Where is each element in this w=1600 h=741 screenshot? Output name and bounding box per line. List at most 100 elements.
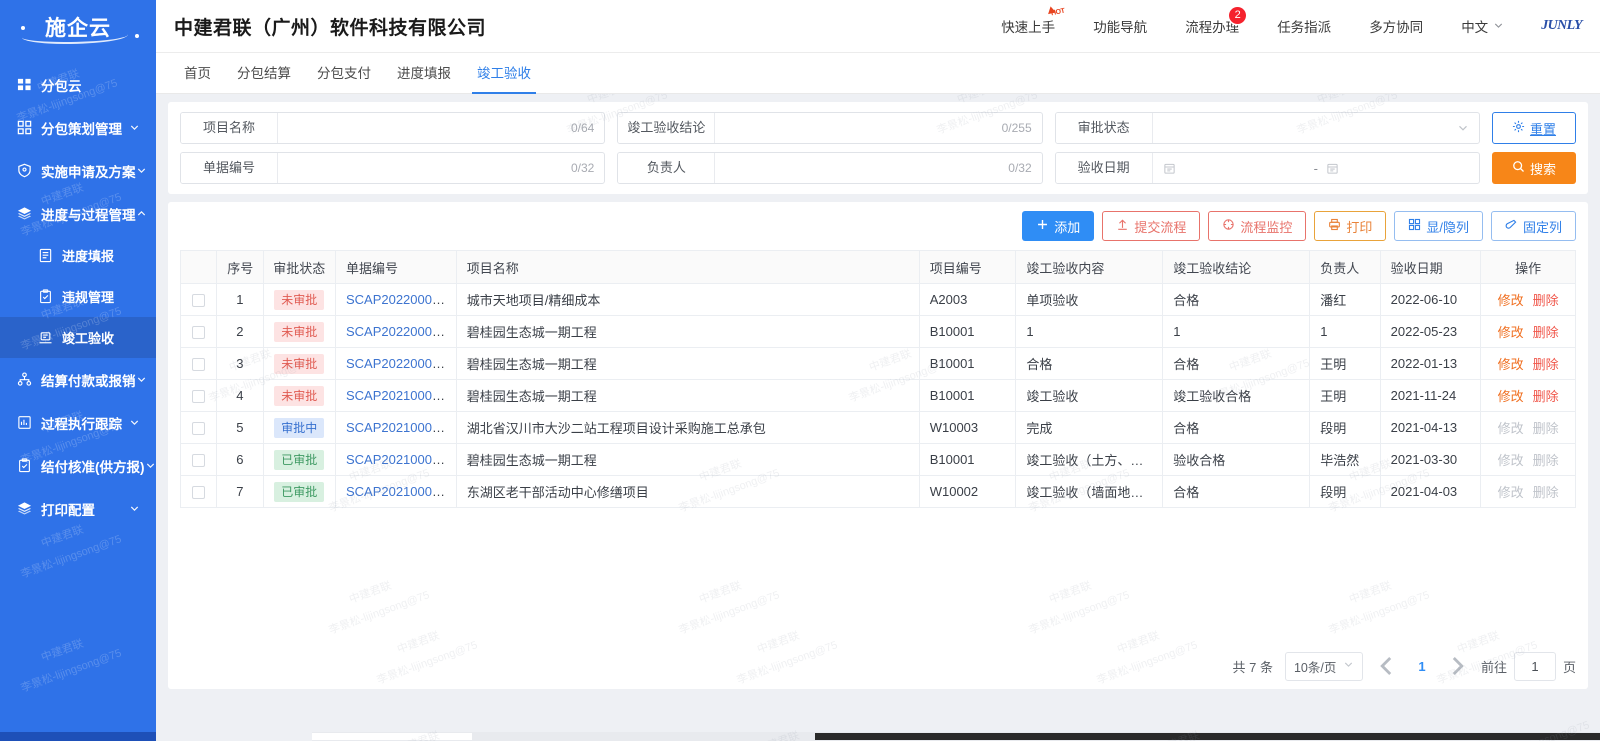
search-button[interactable]: 搜索 (1492, 152, 1576, 184)
row-checkbox[interactable] (192, 326, 206, 340)
filter-project-name[interactable]: 项目名称 0/64 (180, 112, 606, 144)
project-name-input[interactable] (278, 113, 571, 143)
doc-no-link[interactable]: SCAP202100000014 (346, 420, 455, 435)
sidebar-item-planning[interactable]: 分包策划管理 (0, 106, 156, 149)
chevron-down-icon[interactable] (129, 122, 140, 133)
delete-link[interactable]: 删除 (1533, 389, 1559, 404)
row-operations[interactable]: 修改 删除 (1480, 411, 1576, 444)
edit-link[interactable]: 修改 (1498, 357, 1524, 372)
sidebar-item-completion-acceptance[interactable]: 竣工验收 (0, 317, 156, 358)
horizontal-scrollbar[interactable] (312, 732, 1600, 741)
row-checkbox[interactable] (192, 454, 206, 468)
app-logo[interactable]: 施企云 (0, 0, 156, 53)
row-operations[interactable]: 修改 删除 (1480, 475, 1576, 508)
filter-approval-status[interactable]: 审批状态 (1054, 112, 1480, 144)
tab-completion-acceptance[interactable]: 竣工验收 (464, 53, 544, 94)
row-checkbox[interactable] (192, 294, 206, 308)
approval-status-select[interactable] (1152, 113, 1457, 143)
row-checkbox-cell[interactable] (179, 443, 218, 476)
chevron-down-icon[interactable] (136, 165, 147, 176)
sidebar-item-implementation[interactable]: 实施申请及方案 (0, 149, 156, 192)
row-doc-no[interactable]: SCAP202200000018 (335, 347, 457, 380)
reset-button[interactable]: 重置 (1492, 112, 1576, 144)
jump-page-input[interactable] (1513, 651, 1556, 681)
filter-owner[interactable]: 负责人 0/32 (617, 152, 1043, 184)
owner-input[interactable] (715, 153, 1009, 183)
edit-link[interactable]: 修改 (1498, 325, 1524, 340)
row-doc-no[interactable]: SCAP202200000025 (335, 315, 457, 348)
doc-no-link[interactable]: SCAP202200000027 (346, 292, 455, 307)
row-checkbox-cell[interactable] (179, 475, 218, 508)
delete-link[interactable]: 删除 (1533, 325, 1559, 340)
row-doc-no[interactable]: SCAP202100000017 (335, 379, 457, 412)
delete-link[interactable]: 删除 (1533, 357, 1559, 372)
tab-home[interactable]: 首页 (171, 53, 224, 94)
toggle-columns-button[interactable]: 显/隐列 (1394, 211, 1483, 241)
submit-process-button[interactable]: 提交流程 (1102, 211, 1201, 241)
filter-doc-no[interactable]: 单据编号 0/32 (180, 152, 606, 184)
tab-progress-filling[interactable]: 进度填报 (384, 53, 464, 94)
topnav-collaboration[interactable]: 多方协同 (1350, 0, 1442, 53)
topnav-task-assign[interactable]: 任务指派 (1258, 0, 1350, 53)
row-checkbox-cell[interactable] (179, 347, 218, 380)
filter-acceptance-conclusion[interactable]: 竣工验收结论 0/255 (617, 112, 1043, 144)
doc-no-link[interactable]: SCAP202100000017 (346, 388, 455, 403)
page-number-1[interactable]: 1 (1411, 659, 1433, 674)
sidebar-item-fenbaoyun[interactable]: 分包云 (0, 63, 156, 106)
row-doc-no[interactable]: SCAP202100000013 (335, 443, 457, 476)
doc-no-link[interactable]: SCAP202100000013 (346, 452, 455, 467)
row-operations[interactable]: 修改 删除 (1480, 379, 1576, 412)
tab-subcontract-settlement[interactable]: 分包结算 (224, 53, 304, 94)
row-checkbox-cell[interactable] (179, 379, 218, 412)
row-operations[interactable]: 修改 删除 (1480, 347, 1576, 380)
sidebar-item-settlement-approval[interactable]: 结付核准(供方报) (0, 444, 156, 487)
print-button[interactable]: 打印 (1314, 211, 1387, 241)
fixed-columns-button[interactable]: 固定列 (1490, 211, 1576, 241)
sidebar-item-progress-filling[interactable]: 进度填报 (0, 235, 156, 276)
next-page-button[interactable] (1445, 653, 1469, 679)
page-size-select[interactable]: 10条/页 (1284, 651, 1363, 681)
row-checkbox[interactable] (192, 486, 206, 500)
doc-no-link[interactable]: SCAP202200000025 (346, 324, 455, 339)
filter-acceptance-date[interactable]: 验收日期 - (1054, 152, 1480, 184)
sidebar-item-execution-tracking[interactable]: 过程执行跟踪 (0, 401, 156, 444)
row-checkbox[interactable] (192, 422, 206, 436)
table-row[interactable]: 7 已审批 SCAP202100000012 东湖区老干部活动中心修缮项目 W10002… (179, 475, 1576, 508)
row-checkbox[interactable] (192, 390, 206, 404)
topnav-quick-start[interactable]: 快速上手 HOT (982, 0, 1074, 53)
sidebar-item-progress-management[interactable]: 进度与过程管理 (0, 192, 156, 235)
date-range-picker[interactable]: - (1153, 161, 1479, 176)
row-checkbox[interactable] (192, 358, 206, 372)
tab-subcontract-payment[interactable]: 分包支付 (304, 53, 384, 94)
delete-link[interactable]: 删除 (1533, 293, 1559, 308)
sidebar-item-violation[interactable]: 违规管理 (0, 276, 156, 317)
chevron-down-icon[interactable] (145, 460, 156, 471)
topnav-feature-guide[interactable]: 功能导航 (1074, 0, 1166, 53)
chevron-down-icon[interactable] (129, 503, 140, 514)
date-range-end[interactable] (1326, 162, 1469, 175)
row-doc-no[interactable]: SCAP202100000012 (335, 475, 457, 508)
date-range-start[interactable] (1163, 162, 1306, 175)
process-monitor-button[interactable]: 流程监控 (1208, 211, 1307, 241)
scrollbar-thumb[interactable] (815, 733, 1600, 740)
prev-page-button[interactable] (1375, 653, 1399, 679)
doc-no-link[interactable]: SCAP202100000012 (346, 484, 455, 499)
topnav-process-handling[interactable]: 流程办理 2 (1166, 0, 1258, 53)
add-button[interactable]: 添加 (1022, 211, 1095, 241)
row-checkbox-cell[interactable] (179, 411, 218, 444)
sidebar-item-print-config[interactable]: 打印配置 (0, 487, 156, 530)
table-row[interactable]: 6 已审批 SCAP202100000013 碧桂园生态城一期工程 B10001 竣工验收… (179, 443, 1576, 476)
acceptance-conclusion-input[interactable] (715, 113, 1002, 143)
row-checkbox-cell[interactable] (179, 283, 218, 316)
row-checkbox-cell[interactable] (179, 315, 218, 348)
edit-link[interactable]: 修改 (1498, 293, 1524, 308)
row-operations[interactable]: 修改 删除 (1480, 315, 1576, 348)
row-doc-no[interactable]: SCAP202200000027 (335, 283, 457, 316)
row-operations[interactable]: 修改 删除 (1480, 443, 1576, 476)
edit-link[interactable]: 修改 (1498, 389, 1524, 404)
row-operations[interactable]: 修改 删除 (1480, 283, 1576, 316)
table-row[interactable]: 2 未审批 SCAP202200000025 碧桂园生态城一期工程 B10001 1 1 1 2… (179, 315, 1576, 348)
chevron-down-icon[interactable] (129, 417, 140, 428)
chevron-down-icon[interactable] (136, 374, 147, 385)
row-doc-no[interactable]: SCAP202100000014 (335, 411, 457, 444)
